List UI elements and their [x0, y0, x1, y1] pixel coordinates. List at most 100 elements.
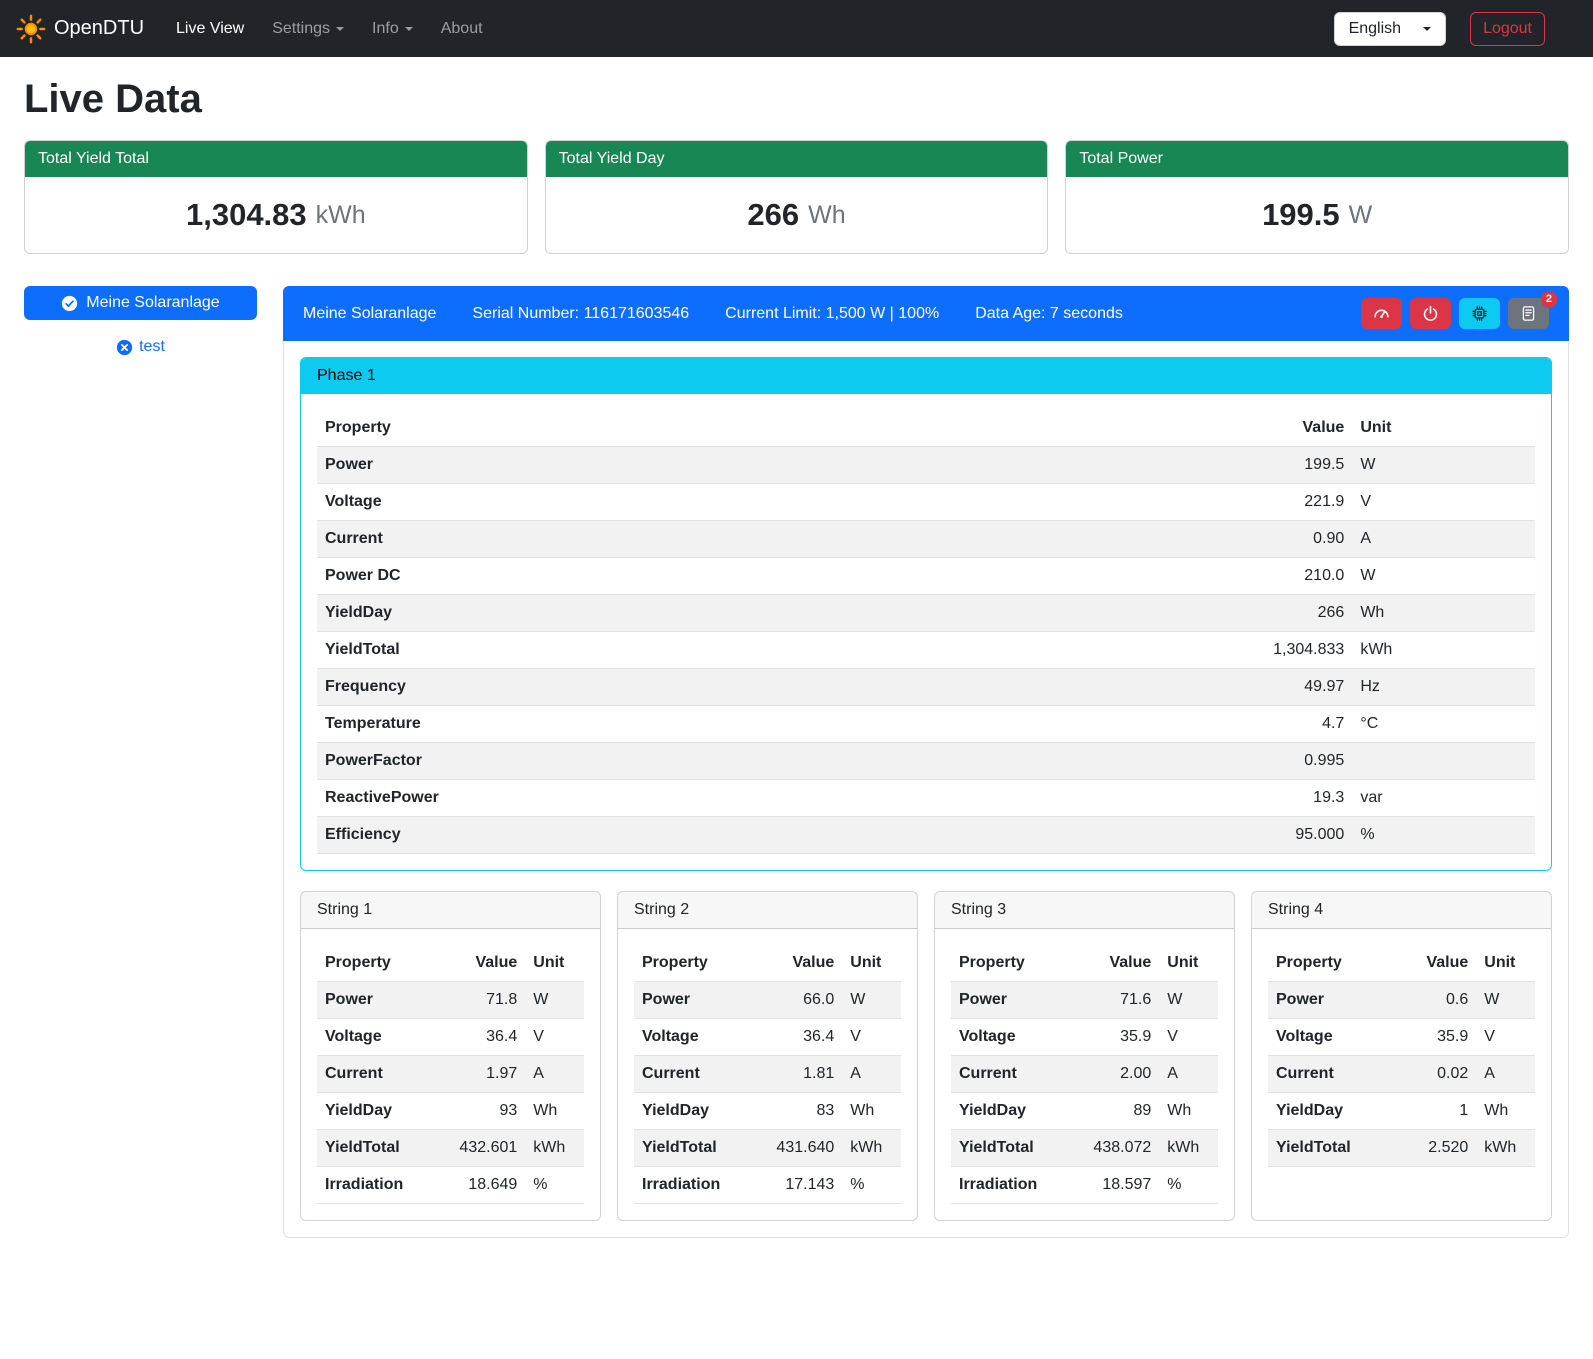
- table-row: PowerFactor 0.995: [317, 743, 1535, 780]
- column-header-unit: Unit: [1352, 410, 1535, 447]
- table-row: Irradiation 18.649 %: [317, 1167, 584, 1204]
- row-property: Current: [1268, 1056, 1396, 1093]
- string-card-body: Property Value Unit Power: [1252, 929, 1551, 1183]
- nav-right: English Logout: [1334, 12, 1577, 46]
- row-unit: %: [1159, 1167, 1218, 1204]
- row-property: PowerFactor: [317, 743, 1194, 780]
- row-value: 266: [1194, 595, 1352, 632]
- power-button[interactable]: [1410, 298, 1451, 329]
- string-card-body: Property Value Unit Power: [301, 929, 600, 1220]
- row-property: Current: [951, 1056, 1079, 1093]
- limit-settings-button[interactable]: [1361, 298, 1402, 329]
- string-card-title: String 2: [618, 892, 917, 929]
- summary-card-title: Total Power: [1066, 141, 1568, 177]
- table-row: YieldDay 266 Wh: [317, 595, 1535, 632]
- row-unit: Hz: [1352, 669, 1535, 706]
- nav-item-info[interactable]: Info: [360, 12, 425, 46]
- inverter-limit: Current Limit: 1,500 W | 100%: [725, 305, 939, 323]
- table-row: Current 2.00 A: [951, 1056, 1218, 1093]
- device-info-button[interactable]: [1459, 298, 1500, 329]
- column-header-property: Property: [951, 945, 1079, 982]
- language-select[interactable]: English: [1334, 12, 1446, 46]
- brand[interactable]: OpenDTU: [16, 14, 144, 44]
- row-unit: A: [525, 1056, 584, 1093]
- row-unit: kWh: [1352, 632, 1535, 669]
- row-value: 89: [1079, 1093, 1159, 1130]
- summary-card-unit: W: [1349, 201, 1373, 230]
- sidebar-item-test[interactable]: test: [24, 338, 257, 356]
- phase-card-title: Phase 1: [301, 358, 1551, 394]
- event-log-button[interactable]: 2: [1508, 298, 1549, 329]
- row-value: 95.000: [1194, 817, 1352, 854]
- column-header-value: Value: [445, 945, 525, 982]
- row-unit: kWh: [842, 1130, 901, 1167]
- row-unit: W: [525, 982, 584, 1019]
- sidebar-item-test-label: test: [139, 338, 165, 356]
- table-row: Power 199.5 W: [317, 447, 1535, 484]
- row-value: 18.649: [445, 1167, 525, 1204]
- summary-card-body: 266 Wh: [546, 177, 1048, 253]
- row-value: 35.9: [1396, 1019, 1476, 1056]
- row-property: Power: [317, 982, 445, 1019]
- nav-item-settings[interactable]: Settings: [260, 12, 356, 46]
- column-header-value: Value: [1396, 945, 1476, 982]
- inverter-data-age: Data Age: 7 seconds: [975, 305, 1123, 323]
- row-value: 431.640: [762, 1130, 842, 1167]
- nav-item-info-label: Info: [372, 20, 399, 38]
- x-circle-icon: [116, 339, 133, 356]
- summary-card-total-yield-total: Total Yield Total 1,304.83 kWh: [24, 140, 528, 254]
- row-unit: V: [1352, 484, 1535, 521]
- row-value: 0.995: [1194, 743, 1352, 780]
- row-property: Efficiency: [317, 817, 1194, 854]
- row-value: 432.601: [445, 1130, 525, 1167]
- column-header-unit: Unit: [525, 945, 584, 982]
- column-header-value: Value: [762, 945, 842, 982]
- column-header-unit: Unit: [1476, 945, 1535, 982]
- table-row: Power 66.0 W: [634, 982, 901, 1019]
- column-header-unit: Unit: [842, 945, 901, 982]
- row-unit: Wh: [1159, 1093, 1218, 1130]
- nav-item-settings-label: Settings: [272, 20, 330, 38]
- inverter-name: Meine Solaranlage: [303, 305, 436, 323]
- table-row: Current 1.97 A: [317, 1056, 584, 1093]
- logout-button[interactable]: Logout: [1470, 12, 1545, 46]
- row-value: 1: [1396, 1093, 1476, 1130]
- summary-card-body: 199.5 W: [1066, 177, 1568, 253]
- table-row: YieldTotal 431.640 kWh: [634, 1130, 901, 1167]
- power-icon: [1422, 305, 1439, 322]
- row-value: 36.4: [762, 1019, 842, 1056]
- row-value: 93: [445, 1093, 525, 1130]
- row-property: Current: [317, 1056, 445, 1093]
- string-card-body: Property Value Unit Power: [935, 929, 1234, 1220]
- table-row: Temperature 4.7 °C: [317, 706, 1535, 743]
- row-property: Power: [1268, 982, 1396, 1019]
- table-header-row: Property Value Unit: [1268, 945, 1535, 982]
- row-property: Voltage: [317, 1019, 445, 1056]
- row-unit: Wh: [525, 1093, 584, 1130]
- table-row: Voltage 35.9 V: [1268, 1019, 1535, 1056]
- row-value: 4.7: [1194, 706, 1352, 743]
- row-value: 1.97: [445, 1056, 525, 1093]
- chevron-down-icon: [336, 27, 344, 31]
- table-row: Current 0.02 A: [1268, 1056, 1535, 1093]
- row-property: YieldDay: [317, 595, 1194, 632]
- row-unit: V: [525, 1019, 584, 1056]
- sidebar-item-inverter-label: Meine Solaranlage: [86, 294, 219, 312]
- nav-item-about[interactable]: About: [429, 12, 495, 46]
- row-value: 36.4: [445, 1019, 525, 1056]
- nav-item-live-view-label: Live View: [176, 20, 244, 38]
- sidebar-item-inverter[interactable]: Meine Solaranlage: [24, 286, 257, 320]
- summary-card-value: 199.5: [1262, 197, 1340, 233]
- cpu-icon: [1471, 305, 1488, 322]
- nav-item-live-view[interactable]: Live View: [164, 12, 256, 46]
- table-row: Power DC 210.0 W: [317, 558, 1535, 595]
- main-row: Meine Solaranlage test Meine Solaranlage…: [24, 286, 1569, 1238]
- row-property: Power: [951, 982, 1079, 1019]
- language-select-value: English: [1349, 20, 1401, 38]
- table-row: Current 0.90 A: [317, 521, 1535, 558]
- string-card-title: String 4: [1252, 892, 1551, 929]
- row-unit: Wh: [842, 1093, 901, 1130]
- row-value: 18.597: [1079, 1167, 1159, 1204]
- row-property: Power DC: [317, 558, 1194, 595]
- row-value: 0.02: [1396, 1056, 1476, 1093]
